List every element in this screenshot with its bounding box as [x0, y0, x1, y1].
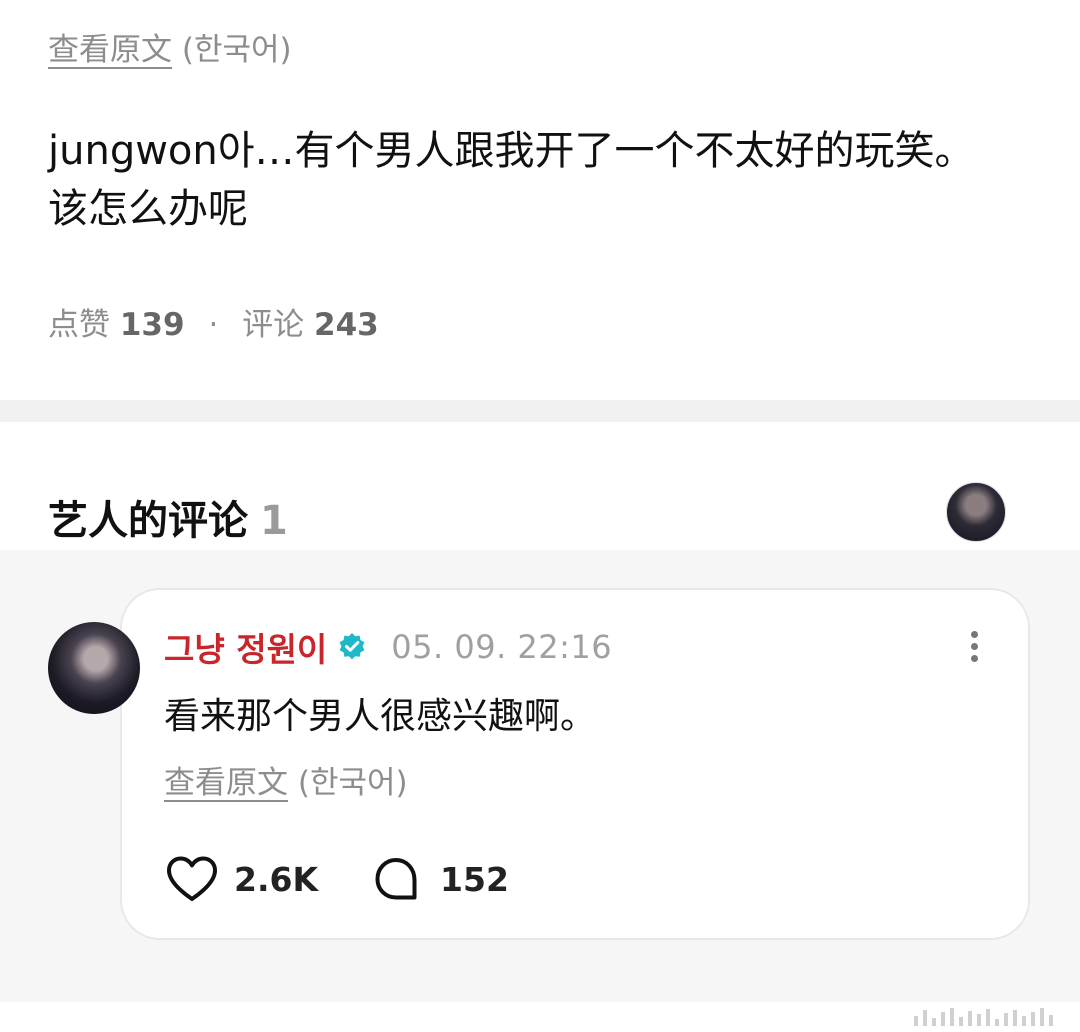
artist-avatar-small[interactable] [946, 482, 1006, 542]
verified-badge-icon [339, 633, 365, 660]
reply-button[interactable]: 152 [370, 853, 509, 905]
section-divider [0, 400, 1080, 422]
likes-label: 点赞 [48, 307, 110, 343]
post-view-original: 查看原文 (한국어) [48, 24, 292, 69]
like-button[interactable]: 2.6K [164, 853, 318, 905]
section-title-text: 艺人的评论 [48, 498, 248, 544]
heart-icon [167, 856, 217, 901]
comments-label: 评论 [242, 307, 305, 343]
likes-count: 139 [119, 307, 185, 343]
stats-separator: · [208, 307, 219, 343]
comment-actions: 2.6K 152 [164, 852, 561, 906]
view-original-link[interactable]: 查看原文 [164, 765, 288, 801]
post-stats: 点赞 139 · 评论 243 [48, 299, 379, 344]
bottom-strip [0, 1002, 1080, 1032]
more-options-icon[interactable] [960, 628, 988, 664]
comment-author-line: 그냥 정원이 05. 09. 22:16 [164, 624, 612, 670]
comment-timestamp: 05. 09. 22:16 [391, 628, 613, 666]
commenter-avatar[interactable] [48, 622, 140, 714]
author-name[interactable]: 그냥 정원이 [164, 623, 327, 671]
original-language-label: (한국어) [297, 765, 408, 801]
post-body-line: jungwon아…有个男人跟我开了一个不太好的玩笑。 [48, 128, 975, 174]
section-count: 1 [260, 498, 288, 544]
view-original-link[interactable]: 查看原文 [48, 32, 172, 68]
section-title: 艺人的评论 1 [48, 488, 288, 546]
post-body-line: 该怎么办呢 [48, 186, 248, 232]
comment-view-original: 查看原文 (한국어) [164, 757, 408, 802]
post-section: 查看原文 (한국어) jungwon아…有个男人跟我开了一个不太好的玩笑。 该怎… [0, 0, 1080, 400]
comments-count: 243 [314, 307, 379, 343]
comment-text: 看来那个男人很感兴趣啊。 [164, 696, 597, 737]
watermark-icon [914, 1008, 1064, 1026]
speech-bubble-icon [375, 858, 417, 900]
original-language-label: (한국어) [181, 32, 292, 68]
like-count: 2.6K [234, 859, 319, 899]
reply-count: 152 [440, 859, 509, 899]
artist-comments-header: 艺人的评论 1 [0, 422, 1080, 550]
post-body: jungwon아…有个男人跟我开了一个不太好的玩笑。 该怎么办呢 [48, 122, 1038, 238]
